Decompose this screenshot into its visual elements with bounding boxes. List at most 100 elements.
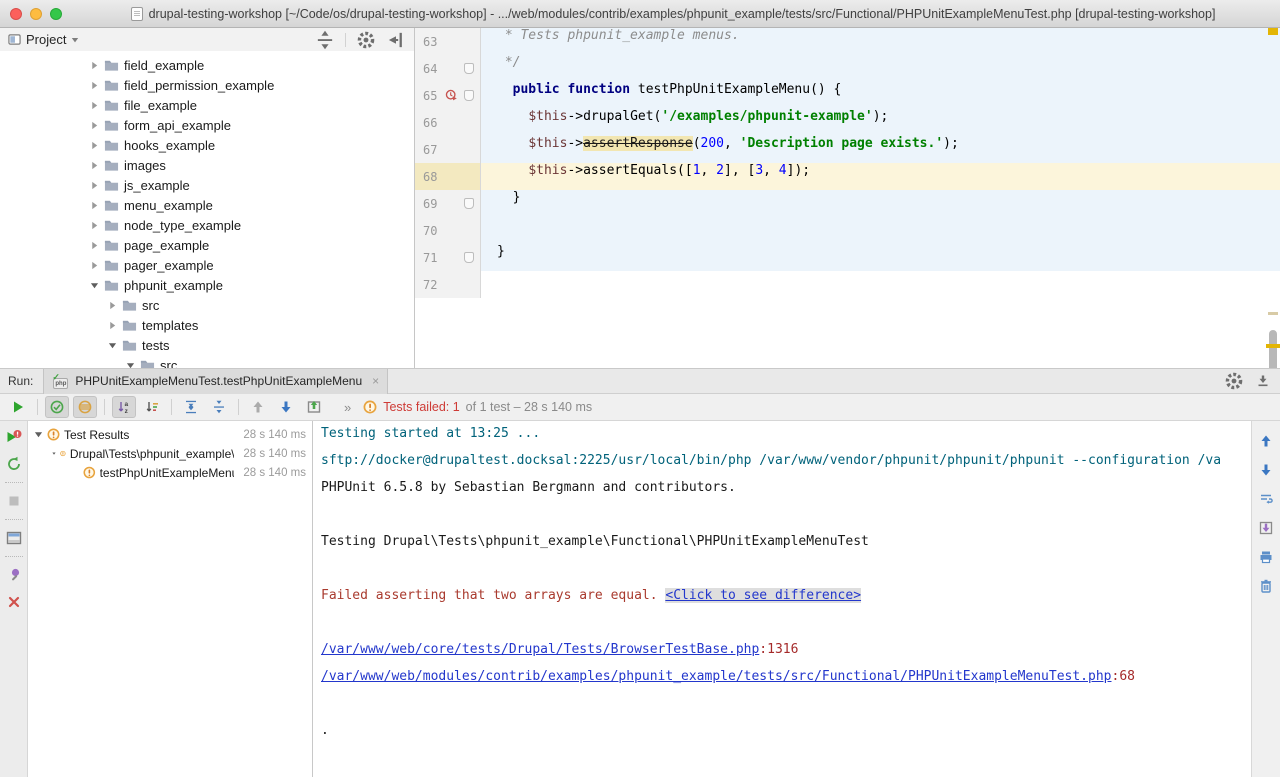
rerun-button-vertical[interactable] <box>4 454 24 474</box>
project-tree-item[interactable]: menu_example <box>0 195 414 215</box>
editor-line[interactable]: 72 <box>415 271 1280 298</box>
run-tab[interactable]: php✓ PHPUnitExampleMenuTest.testPhpUnitE… <box>43 369 388 394</box>
project-tree-item[interactable]: file_example <box>0 95 414 115</box>
collapse-arrow-icon[interactable] <box>90 261 99 270</box>
previous-failed-test-button[interactable] <box>246 396 270 418</box>
collapse-arrow-icon[interactable] <box>108 301 117 310</box>
collapse-arrow-icon[interactable] <box>90 141 99 150</box>
editor-gutter[interactable]: 65 <box>415 82 481 109</box>
project-panel-title[interactable]: Project <box>26 32 66 47</box>
sort-alphabetically-toggle[interactable] <box>112 396 136 418</box>
down-stacktrace-button[interactable] <box>1256 460 1276 480</box>
code-editor[interactable]: 63 * Tests phpunit_example menus. 64 */ … <box>415 28 1280 368</box>
show-passed-toggle[interactable] <box>45 396 69 418</box>
error-stripe-mark[interactable] <box>1268 312 1278 315</box>
error-stripe-warning-mark[interactable] <box>1268 28 1278 35</box>
console-link[interactable]: /var/www/web/modules/contrib/examples/ph… <box>321 669 1112 684</box>
editor-gutter[interactable]: 64 <box>415 55 481 82</box>
editor-line[interactable]: 69 } <box>415 190 1280 217</box>
project-tree-item[interactable]: src <box>0 295 414 315</box>
minimize-window-button[interactable] <box>30 8 42 20</box>
rerun-button[interactable] <box>6 396 30 418</box>
test-tree-row[interactable]: Drupal\Tests\phpunit_example\Functional\… <box>28 444 312 463</box>
project-tree-item[interactable]: tests <box>0 335 414 355</box>
import-test-results-button[interactable] <box>302 396 326 418</box>
console-link[interactable]: /var/www/web/core/tests/Drupal/Tests/Bro… <box>321 642 759 657</box>
collapse-arrow-icon[interactable] <box>90 201 99 210</box>
expand-arrow-icon[interactable] <box>34 430 43 439</box>
code-fold-marker-icon[interactable] <box>464 63 474 74</box>
collapse-arrow-icon[interactable] <box>90 241 99 250</box>
expand-arrow-icon[interactable] <box>90 281 99 290</box>
test-tree-row[interactable]: Test Results 28 s 140 ms <box>28 425 312 444</box>
expand-all-button[interactable] <box>179 396 203 418</box>
scroll-from-source-icon[interactable] <box>315 30 335 50</box>
project-tree-item[interactable]: src <box>0 355 414 368</box>
project-tree-item[interactable]: page_example <box>0 235 414 255</box>
clear-all-button[interactable] <box>1256 576 1276 596</box>
close-run-panel-button[interactable] <box>4 592 24 612</box>
expand-arrow-icon[interactable] <box>126 361 135 369</box>
project-tree-item[interactable]: node_type_example <box>0 215 414 235</box>
test-console-output[interactable]: Testing started at 13:25 ...sftp://docke… <box>313 421 1251 777</box>
collapse-arrow-icon[interactable] <box>90 101 99 110</box>
editor-gutter[interactable]: 67 <box>415 136 481 163</box>
project-tree-item[interactable]: hooks_example <box>0 135 414 155</box>
collapse-arrow-icon[interactable] <box>90 161 99 170</box>
pin-tab-button[interactable] <box>4 565 24 585</box>
editor-gutter[interactable]: 66 <box>415 109 481 136</box>
project-settings-gear-icon[interactable] <box>356 30 376 50</box>
sort-by-duration-toggle[interactable] <box>140 396 164 418</box>
error-stripe-highlight-mark[interactable] <box>1266 344 1280 348</box>
collapse-arrow-icon[interactable] <box>90 181 99 190</box>
collapse-all-button[interactable] <box>207 396 231 418</box>
editor-line[interactable]: 66 $this->drupalGet('/examples/phpunit-e… <box>415 109 1280 136</box>
expand-arrow-icon[interactable] <box>52 449 56 458</box>
close-window-button[interactable] <box>10 8 22 20</box>
rerun-failed-tests-button[interactable] <box>4 427 24 447</box>
collapse-arrow-icon[interactable] <box>90 121 99 130</box>
print-button[interactable] <box>1256 547 1276 567</box>
toolbar-overflow-chevron[interactable]: » <box>344 400 351 415</box>
editor-gutter[interactable]: 72 <box>415 271 481 298</box>
project-tree-item[interactable]: templates <box>0 315 414 335</box>
editor-gutter[interactable]: 68 <box>415 163 481 190</box>
code-fold-marker-icon[interactable] <box>464 252 474 263</box>
code-fold-marker-icon[interactable] <box>464 198 474 209</box>
next-failed-test-button[interactable] <box>274 396 298 418</box>
project-tree-item[interactable]: js_example <box>0 175 414 195</box>
editor-line[interactable]: 65 public function testPhpUnitExampleMen… <box>415 82 1280 109</box>
editor-line[interactable]: 70 <box>415 217 1280 244</box>
stop-button[interactable] <box>4 491 24 511</box>
run-settings-gear-icon[interactable] <box>1224 371 1244 391</box>
hide-panel-icon[interactable] <box>386 30 406 50</box>
show-ignored-toggle[interactable] <box>73 396 97 418</box>
soft-wrap-toggle[interactable] <box>1256 489 1276 509</box>
run-tab-close-icon[interactable]: × <box>372 374 379 388</box>
rerun-failed-test-gutter-icon[interactable] <box>445 89 458 102</box>
hide-run-panel-icon[interactable] <box>1256 374 1270 388</box>
project-tree-item[interactable]: phpunit_example <box>0 275 414 295</box>
test-tree-row[interactable]: testPhpUnitExampleMenu 28 s 140 ms <box>28 463 312 482</box>
expand-arrow-icon[interactable] <box>108 341 117 350</box>
editor-line[interactable]: 63 * Tests phpunit_example menus. <box>415 28 1280 55</box>
editor-gutter[interactable]: 71 <box>415 244 481 271</box>
code-fold-marker-icon[interactable] <box>464 90 474 101</box>
collapse-arrow-icon[interactable] <box>90 61 99 70</box>
editor-gutter[interactable]: 69 <box>415 190 481 217</box>
editor-line[interactable]: 67 $this->assertResponse(200, 'Descripti… <box>415 136 1280 163</box>
editor-line[interactable]: 64 */ <box>415 55 1280 82</box>
project-tree-item[interactable]: form_api_example <box>0 115 414 135</box>
editor-gutter[interactable]: 70 <box>415 217 481 244</box>
project-tree-item[interactable]: field_example <box>0 55 414 75</box>
editor-vertical-scrollbar[interactable] <box>1269 330 1277 368</box>
up-stacktrace-button[interactable] <box>1256 431 1276 451</box>
project-tree-item[interactable]: field_permission_example <box>0 75 414 95</box>
editor-line[interactable]: 71 } <box>415 244 1280 271</box>
project-dropdown-chevron-icon[interactable] <box>71 36 79 44</box>
project-tree-item[interactable]: pager_example <box>0 255 414 275</box>
scroll-to-end-button[interactable] <box>1256 518 1276 538</box>
zoom-window-button[interactable] <box>50 8 62 20</box>
console-link[interactable]: <Click to see difference> <box>665 588 861 603</box>
collapse-arrow-icon[interactable] <box>108 321 117 330</box>
